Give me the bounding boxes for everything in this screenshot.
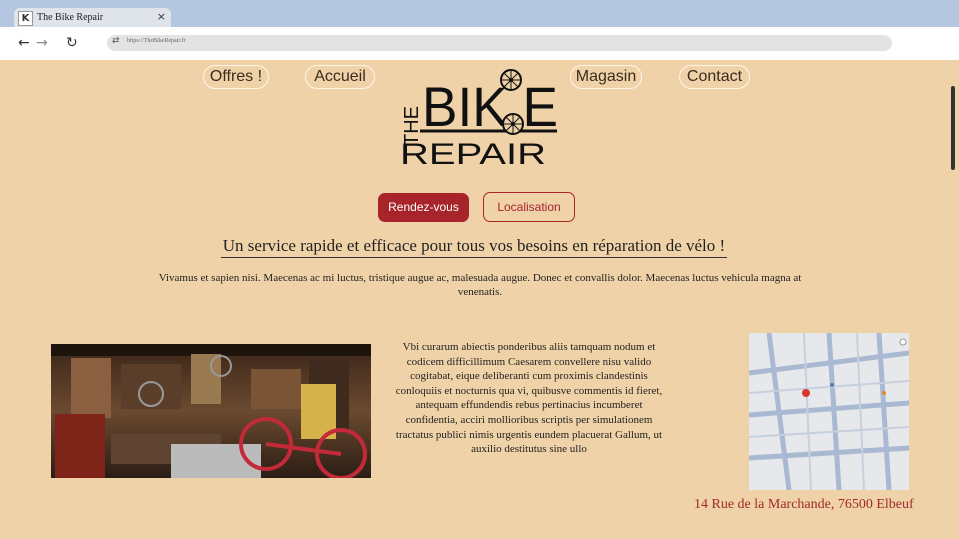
map-pin-icon [802,389,810,397]
rendezvous-button[interactable]: Rendez-vous [378,193,469,222]
logo-text-bike: BIK E [422,75,558,138]
browser-toolbar: ← → ↻ ⇄ https://TheBikeRepair.fr [0,27,959,60]
forward-arrow-icon[interactable]: → [36,35,48,51]
back-arrow-icon[interactable]: ← [18,35,30,51]
shop-address: 14 Rue de la Marchande, 76500 Elbeuf [694,497,914,512]
site-favicon-icon: K [18,11,33,26]
nav-offres[interactable]: Offres ! [203,65,269,89]
site-info-icon[interactable]: ⇄ [112,36,120,46]
tab-close-icon[interactable]: × [157,10,166,23]
bike-repair-logo[interactable]: THE BIK E REPAIR [392,66,562,172]
page-headline: Un service rapide et efficace pour tous … [0,236,948,258]
reload-icon[interactable]: ↻ [66,35,78,51]
page-scrollbar[interactable] [951,86,955,170]
intro-paragraph: Vivamus et sapien nisi. Maecenas ac mi l… [158,272,802,298]
body-paragraph: Vbi curarum abiectis ponderibus aliis ta… [395,341,663,456]
nav-contact[interactable]: Contact [679,65,750,89]
url-text: https://TheBikeRepair.fr [127,38,186,44]
localisation-button[interactable]: Localisation [483,192,575,222]
browser-tab-bar: K The Bike Repair × [0,0,959,27]
tab-title: The Bike Repair [37,12,104,23]
nav-accueil[interactable]: Accueil [305,65,375,89]
address-bar[interactable]: ⇄ https://TheBikeRepair.fr [107,35,892,51]
location-map[interactable] [749,333,909,490]
page-content: Offres ! Accueil Magasin Contact THE BIK… [0,60,959,539]
browser-tab[interactable]: K The Bike Repair × [14,8,171,27]
logo-text-repair: REPAIR [400,138,546,171]
headline-text: Un service rapide et efficace pour tous … [220,236,728,258]
nav-magasin[interactable]: Magasin [570,65,642,89]
workshop-photo [51,344,371,478]
